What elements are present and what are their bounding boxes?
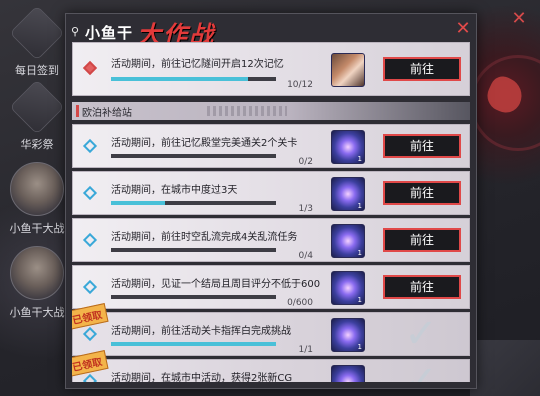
task-progress-fill <box>111 342 276 346</box>
avatar <box>10 162 64 216</box>
go-button[interactable]: 前往 <box>383 275 461 299</box>
reward-item-orb[interactable]: 1 <box>331 365 365 382</box>
checkmark-icon: ✓ <box>404 358 438 382</box>
top-close-icon[interactable]: ✕ <box>508 8 530 30</box>
task-text: 活动期间，前往时空乱流完成4关乱流任务 <box>111 232 298 243</box>
festival-icon <box>9 79 65 135</box>
close-icon[interactable]: ✕ <box>454 20 472 38</box>
task-row: 活动期间，在城市中活动，获得2张新CG2/21✓已领取 <box>72 350 470 382</box>
task-row: 活动期间，在城市中度过3天 1/3 1 前往 <box>72 171 470 215</box>
reward-item-feather[interactable] <box>331 53 365 87</box>
task-row: 活动期间，前往活动关卡指挥白完成挑战 1/1 1 ✓ 已领取 <box>72 303 470 357</box>
task-progress-bar <box>111 154 276 158</box>
task-progress-bar <box>111 248 276 252</box>
diamond-icon <box>82 373 98 382</box>
task-text: 活动期间，见证一个结局且周目评分不低于600 <box>111 279 321 290</box>
section-title: 欧泊补给站 <box>82 108 132 119</box>
diamond-icon <box>82 60 98 76</box>
avatar <box>10 246 64 300</box>
sidebar-item-festival[interactable]: 华彩祭 <box>4 79 70 152</box>
reward-quantity: 1 <box>357 249 362 257</box>
reward-quantity: 1 <box>357 202 362 210</box>
task-text: 活动期间，前往记忆隧间开启12次记忆 <box>111 59 284 70</box>
task-count: 1/1 <box>298 345 313 355</box>
section-marker <box>76 105 79 117</box>
event-task-dialog: ⚲ 小鱼干 大作战 ✕ 活动期间，前往记忆隧间开启12次记忆 10/12 前往 … <box>65 13 477 389</box>
sidebar-item-fish-battle-1[interactable]: 小鱼干大战 <box>4 162 70 236</box>
task-progress-fill <box>111 77 248 81</box>
reward-quantity: 1 <box>357 296 362 304</box>
section-header: 欧泊补给站 <box>72 102 470 120</box>
diamond-icon <box>82 326 98 342</box>
background-corner-decoration <box>470 340 540 396</box>
task-text: 活动期间，在城市中活动，获得2张新CG <box>111 373 293 382</box>
sidebar-item-label: 小鱼干大战 <box>9 306 65 319</box>
go-button[interactable]: 前往 <box>383 181 461 205</box>
task-progress-bar <box>111 342 276 346</box>
checkin-icon <box>9 5 65 61</box>
reward-item-orb[interactable]: 1 <box>331 271 365 305</box>
location-pin-icon: ⚲ <box>71 25 80 38</box>
go-button[interactable]: 前往 <box>383 57 461 81</box>
task-list[interactable]: 活动期间，前往记忆隧间开启12次记忆 10/12 前往 欧泊补给站 活动期间，前… <box>72 42 470 382</box>
checkmark-icon: ✓ <box>404 311 438 357</box>
reward-item-orb[interactable]: 1 <box>331 224 365 258</box>
go-button[interactable]: 前往 <box>383 228 461 252</box>
go-button[interactable]: 前往 <box>383 134 461 158</box>
task-text: 活动期间，前往活动关卡指挥白完成挑战 <box>111 326 291 337</box>
section-decoration <box>207 106 287 116</box>
task-row: 活动期间，前往记忆殿堂完美通关2个关卡 0/2 1 前往 <box>72 124 470 168</box>
task-row: 活动期间，前往时空乱流完成4关乱流任务 0/4 1 前往 <box>72 218 470 262</box>
task-count: 0/600 <box>287 298 313 308</box>
task-row-memory: 活动期间，前往记忆隧间开启12次记忆 10/12 前往 <box>72 42 470 96</box>
reward-item-orb[interactable]: 1 <box>331 130 365 164</box>
reward-quantity: 1 <box>357 343 362 351</box>
diamond-icon <box>82 138 98 154</box>
sidebar: 每日签到 华彩祭 小鱼干大战 小鱼干大战 <box>0 0 72 396</box>
task-progress-bar <box>111 201 276 205</box>
task-progress-fill <box>111 201 166 205</box>
task-progress-bar <box>111 295 276 299</box>
task-row: 活动期间，见证一个结局且周目评分不低于600 0/600 1 前往 <box>72 265 470 309</box>
task-count: 10/12 <box>287 80 313 90</box>
sidebar-item-label: 华彩祭 <box>20 138 54 151</box>
diamond-icon <box>82 279 98 295</box>
sidebar-item-label: 小鱼干大战 <box>9 222 65 235</box>
diamond-icon <box>82 232 98 248</box>
reward-item-orb[interactable]: 1 <box>331 177 365 211</box>
diamond-icon <box>82 185 98 201</box>
reward-item-orb[interactable]: 1 <box>331 318 365 352</box>
dialog-title-small: 小鱼干 <box>85 23 134 42</box>
reward-quantity: 1 <box>357 155 362 163</box>
sidebar-item-daily-checkin[interactable]: 每日签到 <box>4 5 70 78</box>
task-text: 活动期间，前往记忆殿堂完美通关2个关卡 <box>111 138 298 149</box>
sidebar-item-fish-battle-2[interactable]: 小鱼干大战 <box>4 246 70 320</box>
task-text: 活动期间，在城市中度过3天 <box>111 185 238 196</box>
task-progress-bar <box>111 77 276 81</box>
task-count: 0/4 <box>298 251 313 261</box>
task-count: 1/3 <box>298 204 313 214</box>
sidebar-item-label: 每日签到 <box>15 64 59 77</box>
task-count: 0/2 <box>298 157 313 167</box>
